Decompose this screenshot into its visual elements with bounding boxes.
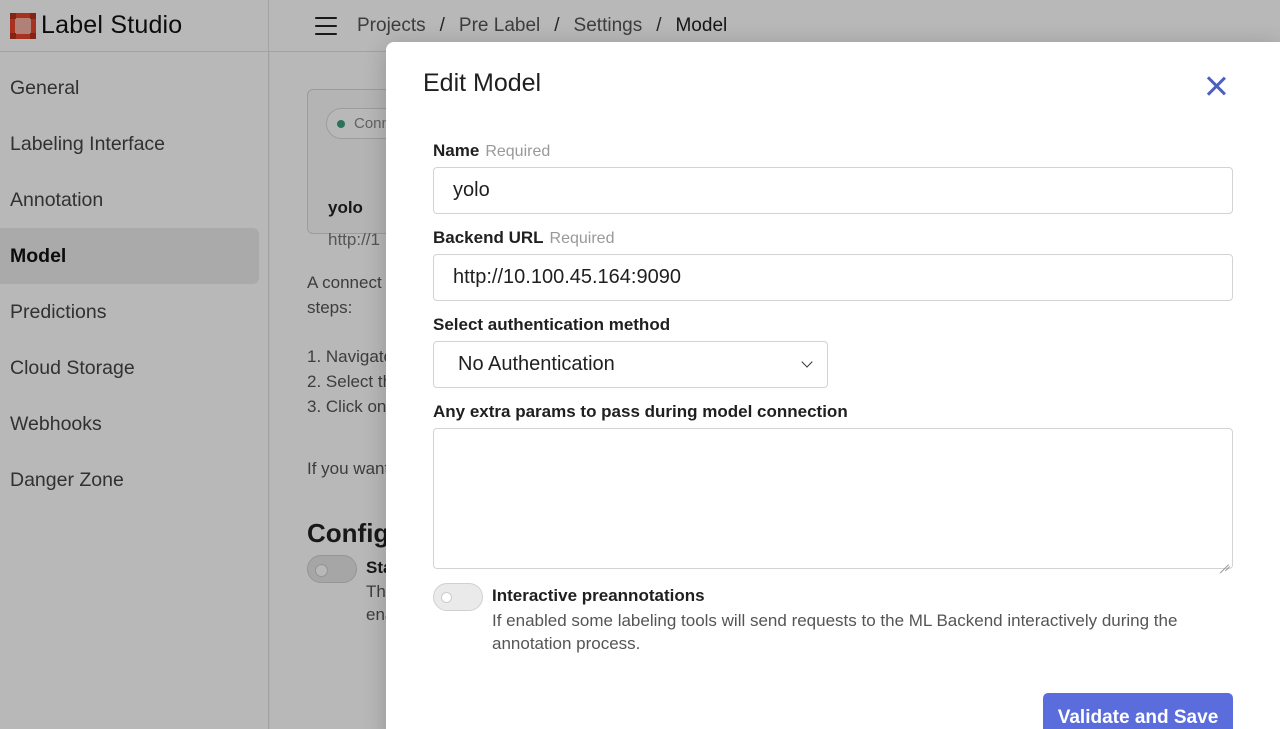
toggle-knob — [441, 592, 452, 603]
modal-title: Edit Model — [423, 69, 542, 97]
interactive-preannotations-description: If enabled some labeling tools will send… — [492, 611, 1178, 653]
chevron-down-icon — [801, 356, 813, 368]
backend-url-input[interactable] — [433, 254, 1233, 301]
resize-handle-icon[interactable] — [1219, 555, 1229, 565]
required-marker: Required — [485, 143, 551, 160]
name-label-text: Name — [433, 141, 480, 160]
extra-params-textarea[interactable] — [433, 428, 1233, 569]
name-input[interactable] — [433, 167, 1233, 214]
auth-method-value: No Authentication — [458, 353, 615, 375]
name-label: Name Required — [433, 141, 550, 161]
interactive-preannotations-toggle[interactable] — [433, 583, 483, 611]
auth-method-label: Select authentication method — [433, 315, 671, 334]
validate-and-save-button[interactable]: Validate and Save — [1043, 693, 1233, 729]
extra-params-label: Any extra params to pass during model co… — [433, 402, 848, 421]
interactive-preannotations-title: Interactive preannotations — [492, 586, 705, 605]
backend-url-label: Backend URL Required — [433, 228, 614, 248]
required-marker: Required — [549, 230, 615, 247]
close-icon[interactable] — [1202, 72, 1230, 100]
auth-method-select[interactable]: No Authentication — [433, 341, 828, 388]
backend-url-label-text: Backend URL — [433, 228, 544, 247]
edit-model-modal: Edit Model Name Required Backend URL Requi… — [386, 42, 1280, 729]
